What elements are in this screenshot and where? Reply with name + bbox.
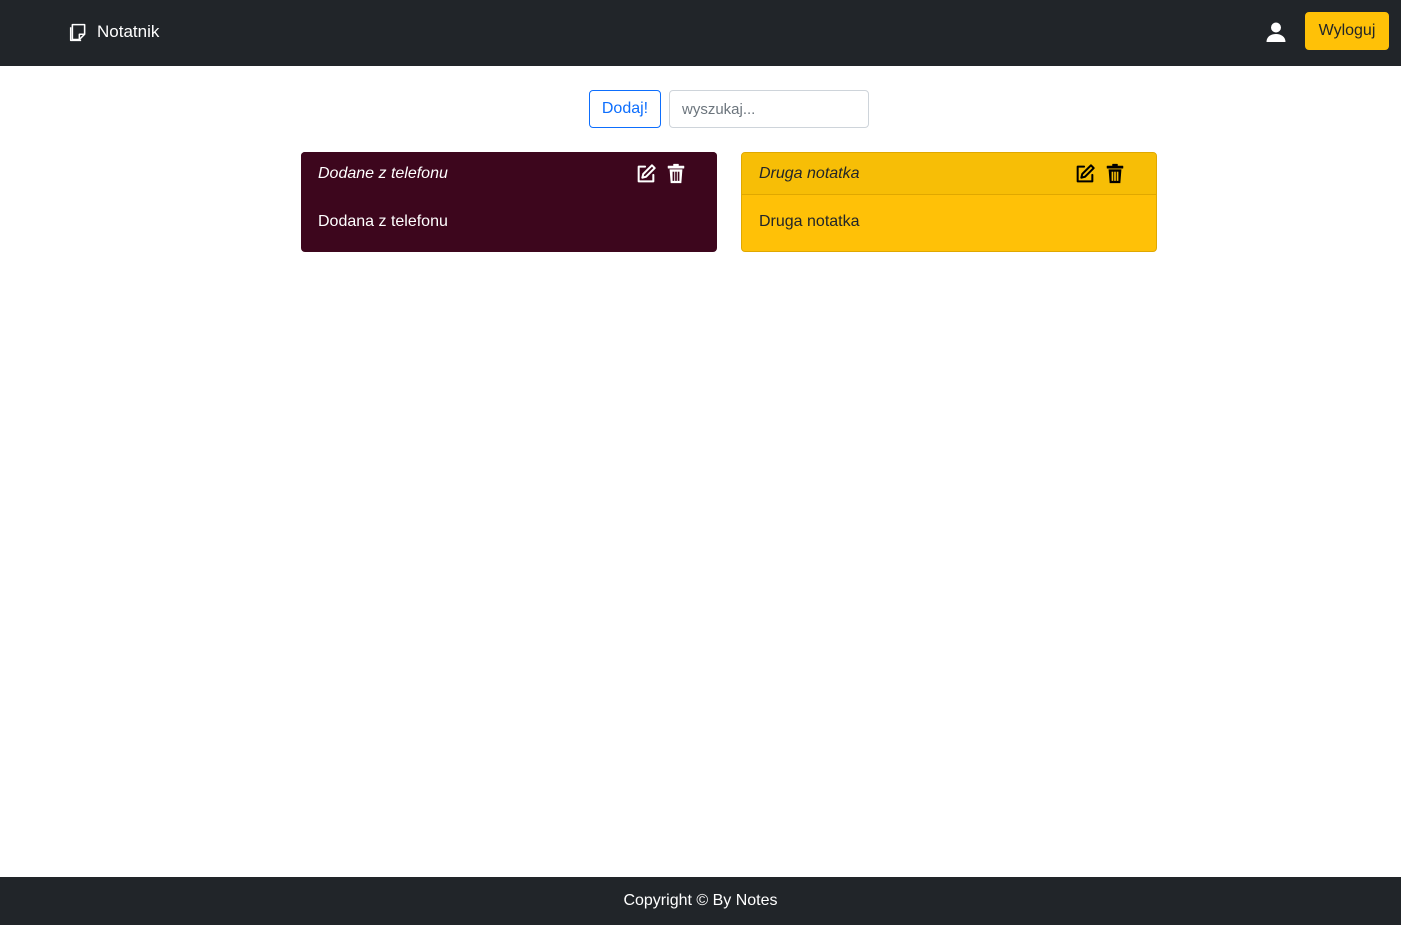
user-icon[interactable] xyxy=(1264,20,1288,44)
top-navbar: Notatnik Wyloguj xyxy=(0,0,1401,66)
logout-button[interactable]: Wyloguj xyxy=(1305,12,1389,50)
note-title: Dodane z telefonu xyxy=(318,164,448,182)
note-card: Druga notatka Druga notatka xyxy=(741,152,1157,252)
brand-label: Notatnik xyxy=(97,22,160,41)
note-card: Dodane z telefonu Dodana z telefonu xyxy=(301,152,717,252)
edit-icon[interactable] xyxy=(635,163,657,185)
sticky-note-icon xyxy=(68,22,89,43)
trash-icon[interactable] xyxy=(665,163,687,185)
note-body: Dodana z telefonu xyxy=(318,212,448,230)
note-title: Druga notatka xyxy=(759,164,860,182)
note-body: Druga notatka xyxy=(759,212,860,230)
add-note-button[interactable]: Dodaj! xyxy=(589,90,661,128)
note-actions xyxy=(1074,163,1126,185)
brand-link[interactable]: Notatnik xyxy=(68,20,159,44)
footer: Copyright © By Notes xyxy=(0,877,1401,925)
edit-icon[interactable] xyxy=(1074,163,1096,185)
copyright-text: Copyright © By Notes xyxy=(623,892,778,909)
search-input[interactable] xyxy=(669,90,869,128)
trash-icon[interactable] xyxy=(1104,163,1126,185)
note-card-header: Druga notatka xyxy=(742,153,1156,195)
note-card-header: Dodane z telefonu xyxy=(301,152,717,195)
note-actions xyxy=(635,163,687,185)
